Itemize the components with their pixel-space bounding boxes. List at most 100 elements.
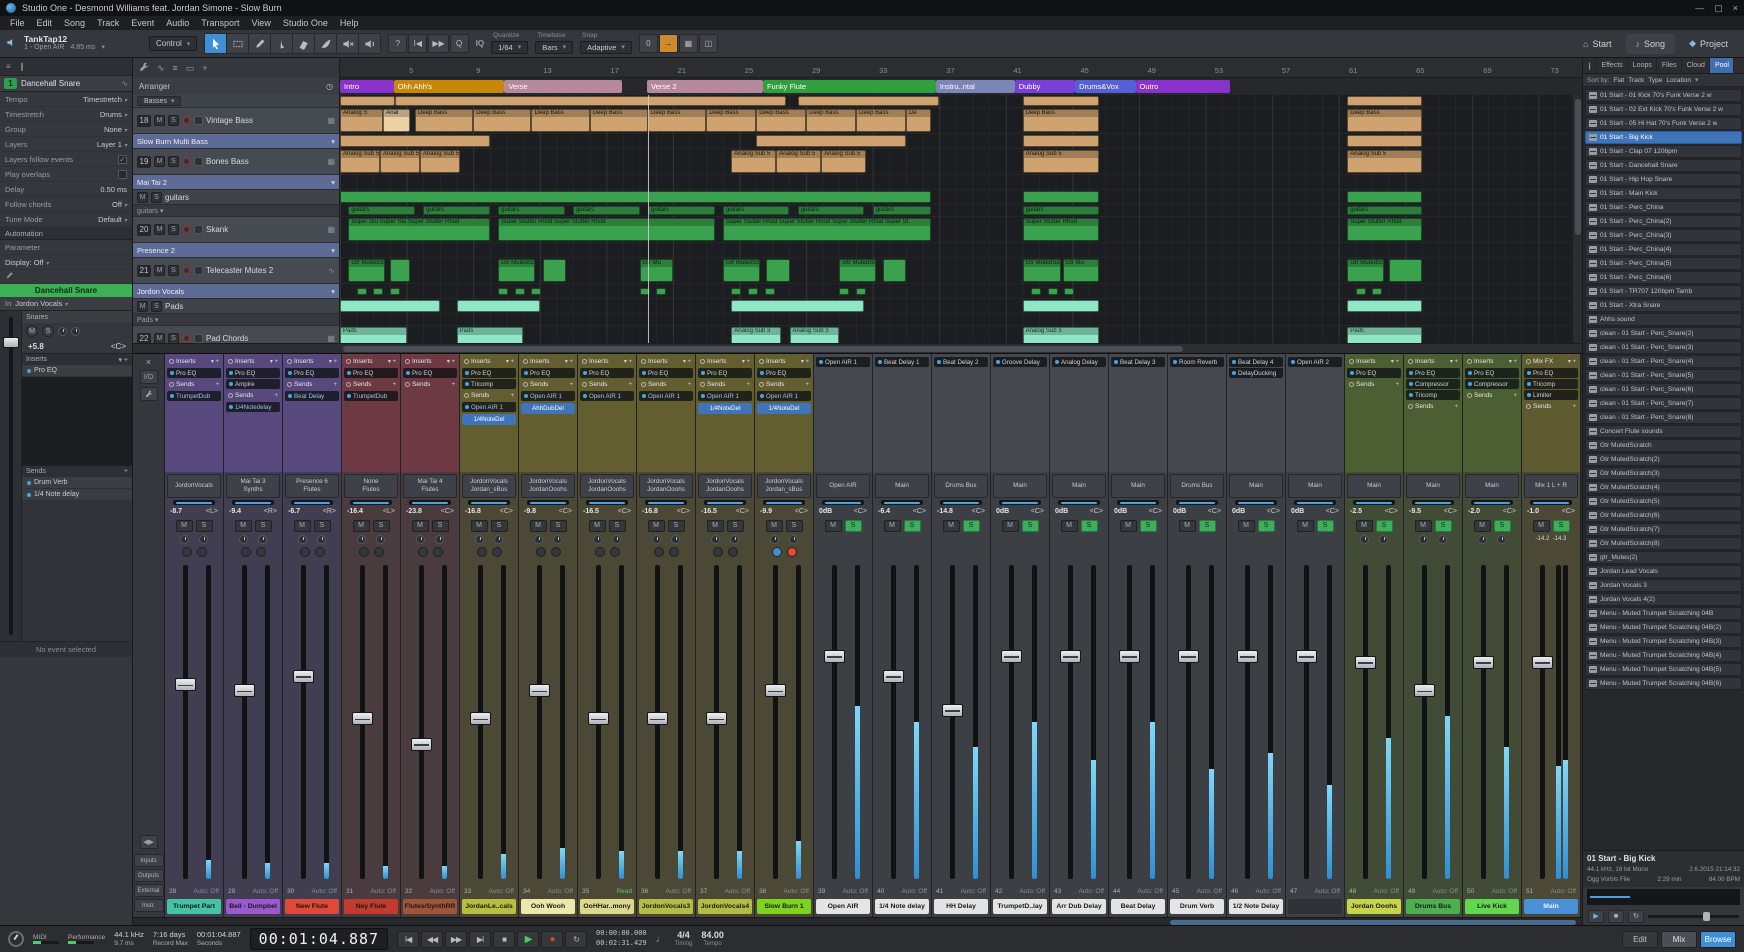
clip-super-stutter-rhod[interactable]: Super Stutter Rhod — [1347, 218, 1422, 241]
clip[interactable] — [656, 288, 666, 295]
clip[interactable] — [1389, 259, 1422, 282]
mixer-wrench-icon[interactable] — [140, 387, 158, 401]
metronome-icon[interactable]: ♩ — [656, 934, 666, 945]
sends-header[interactable]: Sends+ — [344, 379, 398, 390]
cue-output[interactable]: 1/4NoteDel — [698, 403, 752, 414]
send-open-air-1[interactable]: Open AIR 1 — [639, 391, 693, 401]
monitor-button[interactable] — [241, 547, 251, 557]
clip[interactable] — [1347, 191, 1422, 203]
pan-knob[interactable] — [770, 535, 779, 544]
channel-name[interactable]: Drum Verb — [1170, 899, 1224, 914]
insert-compressor[interactable]: Compressor — [1465, 379, 1519, 389]
nav-song[interactable]: ♪Song — [1626, 34, 1676, 54]
position-display[interactable]: 00:01:04.887 Seconds — [197, 930, 241, 949]
field-tune-mode[interactable]: Default ▾ — [98, 215, 127, 224]
rail-outputs[interactable]: Outputs — [134, 869, 164, 882]
channel-output-select[interactable]: Main — [1111, 474, 1165, 498]
clip-analog-sub-5[interactable]: Analog Sub 5 — [776, 150, 821, 173]
pan-readout[interactable]: <C> — [500, 508, 513, 515]
channel-name[interactable]: Open AIR — [816, 899, 870, 914]
insert-pro-eq[interactable]: Pro EQ — [285, 368, 339, 378]
mute-button[interactable]: M — [884, 520, 901, 532]
toolbar-button-btn[interactable]: ▶▶ — [428, 34, 448, 53]
pool-file[interactable]: 01 Start - Clap 07 120bpm — [1585, 145, 1742, 158]
automation-mode[interactable]: Auto: Off — [1255, 888, 1281, 895]
inserts-header[interactable]: Inserts▾ + — [167, 356, 221, 367]
solo-button[interactable]: S — [786, 520, 803, 532]
minimize-button[interactable]: — — [1695, 3, 1704, 14]
snap-selector[interactable]: Adaptive▾ — [580, 41, 632, 54]
solo-button[interactable]: S — [845, 520, 862, 532]
record-arm-button[interactable] — [256, 547, 266, 557]
pool-file[interactable]: clean - 01 Start - Perc_Snare(6) — [1585, 383, 1742, 396]
insert-beat-delay-2[interactable]: Beat Delay 2 — [934, 357, 988, 367]
fader-handle[interactable] — [883, 670, 904, 683]
channel-name[interactable]: Ney Flute — [344, 899, 398, 914]
channel-name[interactable]: Trumpet Part — [167, 899, 221, 914]
fader-handle[interactable] — [1001, 650, 1022, 663]
clip[interactable] — [731, 300, 864, 312]
gain-knob[interactable] — [376, 535, 385, 544]
fader-handle[interactable] — [3, 337, 19, 348]
channel-name[interactable]: JordonVocals4 — [698, 899, 752, 914]
close-mixer-icon[interactable]: × — [146, 357, 151, 367]
pan-readout[interactable]: <C> — [1444, 508, 1457, 515]
clip-deep-bass[interactable]: Deep Bass — [590, 109, 648, 132]
monitor-button[interactable] — [194, 334, 203, 343]
pan-readout[interactable]: <R> — [264, 508, 277, 515]
pan-readout[interactable]: <C> — [913, 508, 926, 515]
volume-readout[interactable]: -16.4 — [347, 508, 363, 515]
mute-tool[interactable] — [337, 34, 358, 53]
mute-button[interactable]: M — [471, 520, 488, 532]
send-trumpetdub[interactable]: TrumpetDub — [344, 391, 398, 401]
channel-fader[interactable] — [1349, 561, 1399, 883]
automation-mode[interactable]: Auto: Off — [1550, 888, 1576, 895]
monitor-button[interactable] — [713, 547, 723, 557]
send-open-air-1[interactable]: Open AIR 1 — [580, 391, 634, 401]
device-name[interactable]: TankTap12 — [24, 35, 142, 44]
monitor-button[interactable] — [194, 225, 203, 234]
pan-knob[interactable] — [1478, 535, 1487, 544]
clip-analog-s[interactable]: Analog S — [340, 109, 383, 132]
pool-file[interactable]: 01 Start - 02 Ext Kick 70's Funk Verse 2… — [1585, 103, 1742, 116]
channel-name[interactable]: Flutes/SynthRR — [403, 899, 457, 914]
pan-slider[interactable] — [1530, 500, 1572, 505]
pan-knob[interactable] — [1419, 535, 1428, 544]
clip-guitars[interactable]: guitars — [723, 206, 790, 215]
sort-track[interactable]: Track — [1628, 77, 1644, 84]
performance-gauge-icon[interactable] — [8, 931, 24, 947]
channel-name[interactable]: Beat Delay — [1111, 899, 1165, 914]
record-arm-button[interactable] — [197, 547, 207, 557]
channel-output-select[interactable]: Main — [1052, 474, 1106, 498]
mute-button[interactable]: M — [154, 333, 165, 343]
horizontal-scrollbar[interactable] — [133, 343, 1582, 353]
solo-button[interactable]: S — [42, 325, 54, 337]
sends-header[interactable]: Sends+ — [1347, 379, 1401, 390]
insert-pro-eq[interactable]: Pro EQ — [521, 368, 575, 378]
automation-mode[interactable]: Auto: Off — [1078, 888, 1104, 895]
pan-slider[interactable] — [1412, 500, 1454, 505]
clip-gtr-mutedscr[interactable]: Gtr MutedScr — [498, 259, 535, 282]
inserts-header[interactable]: Inserts▾ + — [285, 356, 339, 367]
channel-name[interactable]: TrumpetD..lay — [993, 899, 1047, 914]
record-arm-button[interactable] — [610, 547, 620, 557]
pan-slider[interactable] — [940, 500, 982, 505]
monitor-button[interactable] — [359, 547, 369, 557]
pool-file[interactable]: Gtr MutedScratch — [1585, 439, 1742, 452]
inserts-header[interactable]: Inserts▾ + — [639, 356, 693, 367]
insert-ampire[interactable]: Ampire — [226, 379, 280, 389]
sends-header[interactable]: Sends+ — [167, 379, 221, 390]
clip-guitars[interactable]: guitars — [573, 206, 640, 215]
insert-pro-eq[interactable]: Pro EQ — [1347, 368, 1401, 378]
folder-basses[interactable]: Basses ▾ — [133, 95, 339, 108]
record-arm-button[interactable] — [182, 225, 191, 234]
clip[interactable] — [1031, 288, 1041, 295]
channel-name[interactable]: JordonVocals3 — [639, 899, 693, 914]
mute-button[interactable]: M — [1179, 520, 1196, 532]
insert-pro-eq[interactable]: Pro EQ — [22, 365, 132, 377]
menu-item-edit[interactable]: Edit — [31, 18, 59, 28]
clip[interactable] — [1023, 96, 1100, 106]
inserts-header[interactable]: Inserts▾ + — [580, 356, 634, 367]
menu-item-event[interactable]: Event — [125, 18, 160, 28]
quantize-selector[interactable]: 1/64▾ — [491, 41, 528, 54]
